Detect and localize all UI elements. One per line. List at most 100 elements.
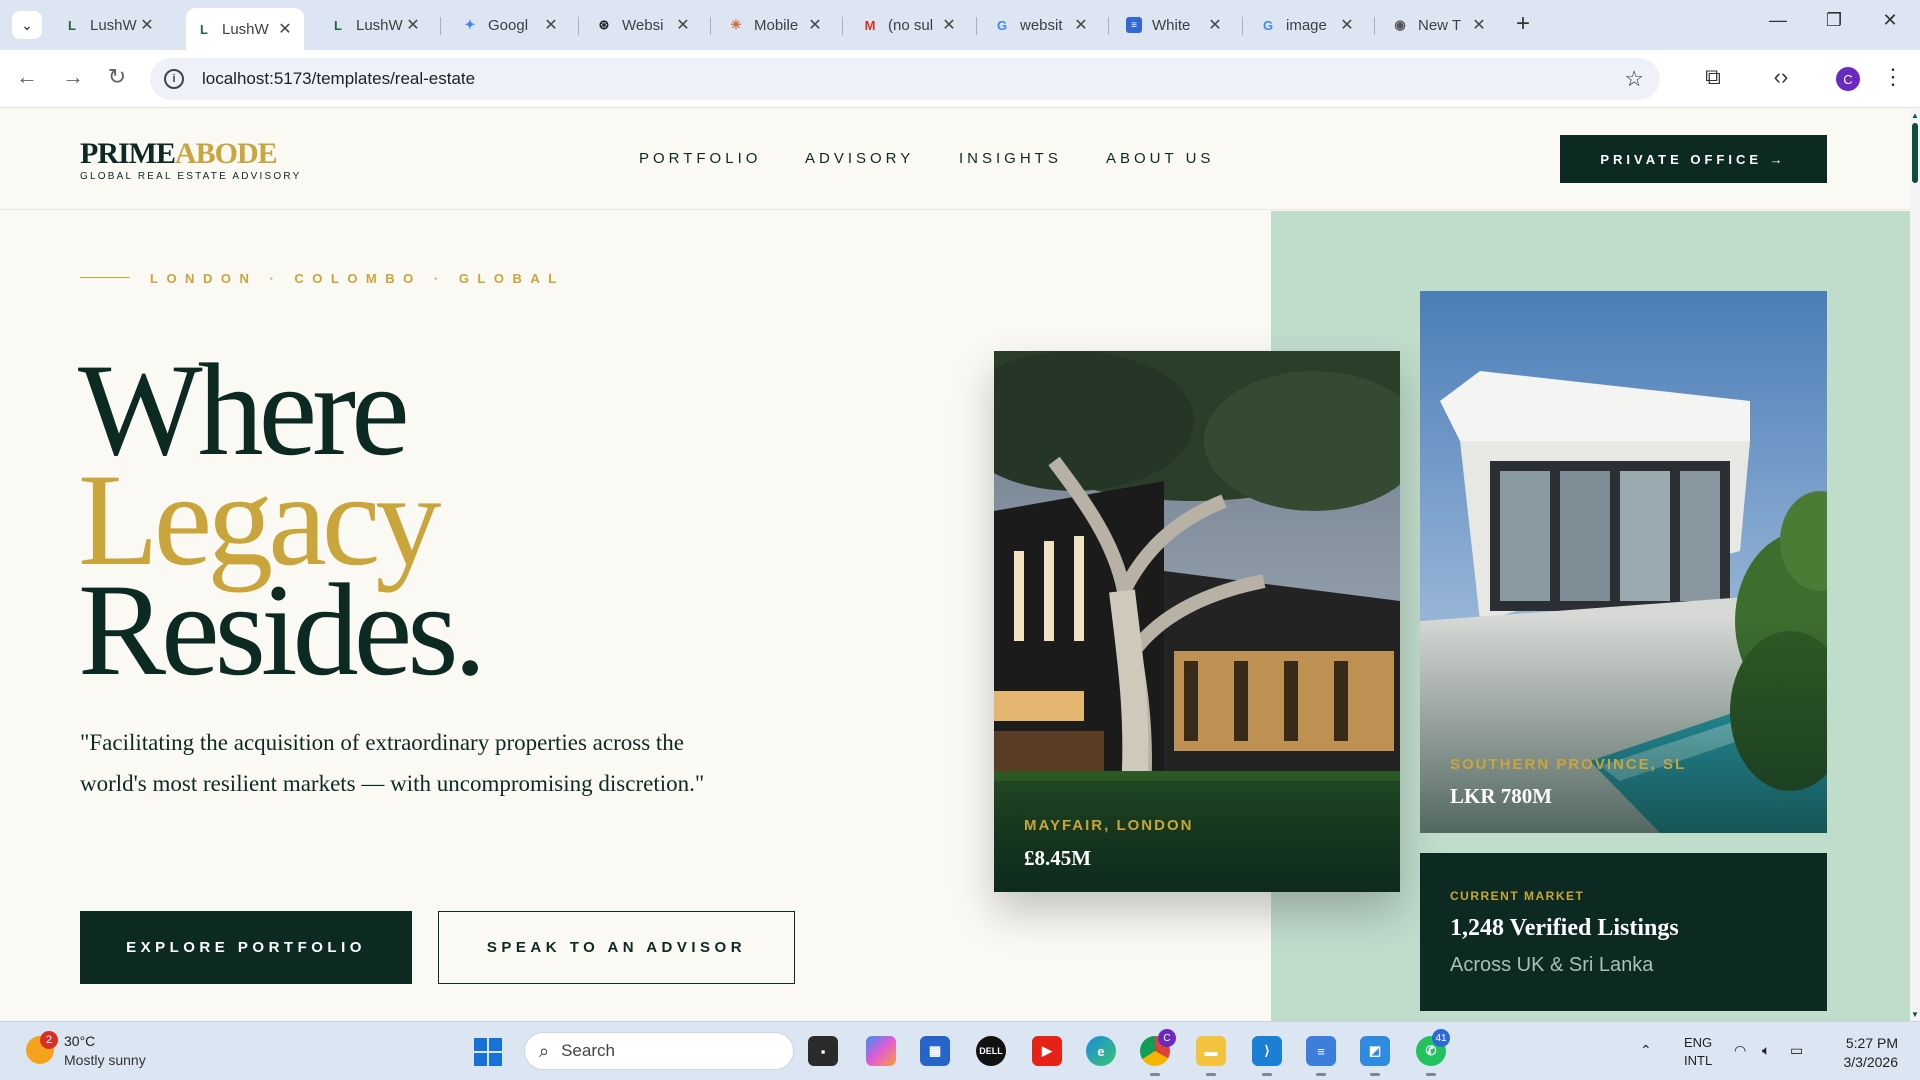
kicker-rule: [80, 277, 130, 278]
page-scrollbar[interactable]: ▲ ▼: [1910, 109, 1920, 1021]
tab-separator: [842, 17, 843, 35]
edge-icon[interactable]: e: [1086, 1036, 1116, 1066]
tab-7[interactable]: M (no sul ✕: [852, 9, 968, 41]
tab-close-icon[interactable]: ✕: [138, 15, 156, 35]
tab-2-active[interactable]: L LushW ✕: [186, 8, 304, 50]
scrollbar-thumb[interactable]: [1912, 123, 1918, 183]
weather-condition[interactable]: Mostly sunny: [64, 1052, 146, 1068]
tab-4[interactable]: ✦ Googl ✕: [452, 9, 570, 41]
devtools-code-icon[interactable]: ‹›: [1766, 64, 1796, 90]
tab-close-icon[interactable]: ✕: [940, 15, 958, 35]
url-omnibox[interactable]: i localhost:5173/templates/real-estate ☆: [150, 58, 1660, 100]
scroll-down-icon[interactable]: ▼: [1911, 1010, 1919, 1019]
wifi-icon[interactable]: ◠: [1734, 1042, 1746, 1059]
system-clock[interactable]: 5:27 PM 3/3/2026: [1832, 1034, 1899, 1072]
vscode-icon[interactable]: ⟩: [1252, 1036, 1282, 1076]
volume-icon[interactable]: 🔈︎: [1762, 1042, 1770, 1059]
scroll-up-icon[interactable]: ▲: [1911, 111, 1919, 120]
back-arrow-icon[interactable]: ←: [12, 64, 42, 90]
taskbar-search[interactable]: ⌕ Search: [524, 1032, 794, 1070]
private-office-button[interactable]: PRIVATE OFFICE →: [1560, 135, 1827, 183]
tab-separator: [578, 17, 579, 35]
gmail-icon: M: [864, 17, 876, 33]
tab-separator: [1374, 17, 1375, 35]
nav-about-us[interactable]: ABOUT US: [1106, 150, 1214, 167]
tab-close-icon[interactable]: ✕: [542, 15, 560, 35]
property-card-mayfair[interactable]: MAYFAIR, LONDON £8.45M: [994, 351, 1400, 892]
google-g-icon: G: [1262, 17, 1274, 33]
tab-10[interactable]: G image ✕: [1250, 9, 1366, 41]
task-view-icon[interactable]: ▪: [808, 1036, 838, 1066]
card-price: LKR 780M: [1450, 784, 1553, 808]
hero-quote: "Facilitating the acquisition of extraor…: [80, 730, 705, 796]
battery-icon[interactable]: ▭: [1790, 1042, 1803, 1059]
market-listings-count: 1,248 Verified Listings: [1450, 915, 1679, 941]
tab-separator: [976, 17, 977, 35]
tab-close-icon[interactable]: ✕: [1072, 15, 1090, 35]
bookmark-star-icon[interactable]: ☆: [1624, 66, 1644, 92]
site-info-icon[interactable]: i: [164, 69, 184, 89]
more-menu-icon[interactable]: ⋮: [1878, 64, 1908, 90]
current-market-panel: CURRENT MARKET 1,248 Verified Listings A…: [1420, 853, 1827, 1011]
address-toolbar: ← → ↻ i localhost:5173/templates/real-es…: [0, 50, 1920, 108]
windows-taskbar: 2 30°C Mostly sunny ⌕ Search ▪ ▦ DELL ▶ …: [0, 1021, 1920, 1080]
market-label: CURRENT MARKET: [1450, 889, 1585, 903]
asterisk-icon: ✳: [730, 17, 742, 32]
copilot-icon[interactable]: [866, 1036, 896, 1066]
tab-close-icon[interactable]: ✕: [276, 19, 294, 39]
weather-temp[interactable]: 30°C: [64, 1033, 95, 1049]
reload-icon[interactable]: ↻: [102, 64, 132, 90]
whatsapp-badge: 41: [1432, 1029, 1450, 1047]
lush-favicon-icon: L: [334, 17, 342, 33]
nav-advisory[interactable]: ADVISORY: [805, 150, 914, 167]
page-viewport: PRIMEABODE GLOBAL REAL ESTATE ADVISORY P…: [0, 109, 1920, 1021]
tab-close-icon[interactable]: ✕: [674, 15, 692, 35]
extensions-puzzle-icon[interactable]: ⧉: [1698, 64, 1728, 90]
weather-badge: 2: [40, 1031, 58, 1049]
tab-search-button[interactable]: ⌄: [12, 11, 42, 39]
tab-separator: [1242, 17, 1243, 35]
new-tab-plus-icon[interactable]: +: [1516, 10, 1530, 38]
market-region: Across UK & Sri Lanka: [1450, 954, 1654, 976]
chrome-profile-badge: C: [1158, 1029, 1176, 1047]
tab-9[interactable]: ≡ White ✕: [1116, 9, 1234, 41]
logo-tagline: GLOBAL REAL ESTATE ADVISORY: [80, 171, 302, 182]
lush-favicon-icon: L: [68, 17, 76, 33]
hero-heading-line3: Resides.: [78, 556, 487, 703]
openai-knot-icon: ⊛: [598, 17, 610, 32]
tab-5[interactable]: ⊛ Websi ✕: [586, 9, 702, 41]
tab-close-icon[interactable]: ✕: [1470, 15, 1488, 35]
url-text[interactable]: localhost:5173/templates/real-estate: [202, 69, 475, 89]
start-windows-icon[interactable]: [474, 1038, 502, 1066]
nav-insights[interactable]: INSIGHTS: [959, 150, 1062, 167]
tray-chevron-up-icon[interactable]: ⌃: [1640, 1042, 1652, 1059]
tab-6[interactable]: ✳ Mobile ✕: [718, 9, 834, 41]
forward-arrow-icon[interactable]: →: [58, 64, 88, 90]
tab-close-icon[interactable]: ✕: [1338, 15, 1356, 35]
store-icon[interactable]: ▦: [920, 1036, 950, 1066]
notepad-icon[interactable]: ≡: [1306, 1036, 1336, 1076]
nav-portfolio[interactable]: PORTFOLIO: [639, 150, 761, 167]
tab-close-icon[interactable]: ✕: [1206, 15, 1224, 35]
input-language[interactable]: ENG INTL: [1684, 1034, 1712, 1070]
dell-icon[interactable]: DELL: [976, 1036, 1006, 1066]
tab-1[interactable]: L LushW ✕: [54, 9, 166, 41]
youtube-icon[interactable]: ▶: [1032, 1036, 1062, 1066]
property-photo-mayfair: [994, 351, 1400, 892]
site-logo[interactable]: PRIMEABODE: [80, 137, 278, 171]
file-explorer-icon[interactable]: ▬: [1196, 1036, 1226, 1076]
profile-avatar[interactable]: C: [1836, 67, 1860, 91]
tab-close-icon[interactable]: ✕: [806, 15, 824, 35]
minimize-icon[interactable]: —: [1758, 10, 1798, 31]
tab-close-icon[interactable]: ✕: [404, 15, 422, 35]
close-window-icon[interactable]: ✕: [1870, 10, 1910, 31]
tab-8[interactable]: G websit ✕: [984, 9, 1100, 41]
tab-3[interactable]: L LushW ✕: [320, 9, 432, 41]
photos-icon[interactable]: ◩: [1360, 1036, 1390, 1076]
google-g-icon: G: [996, 17, 1008, 33]
tab-11[interactable]: ◉ New T ✕: [1382, 9, 1498, 41]
property-card-southern-province[interactable]: SOUTHERN PROVINCE, SL LKR 780M: [1420, 291, 1827, 833]
explore-portfolio-button[interactable]: EXPLORE PORTFOLIO: [80, 911, 412, 984]
speak-to-advisor-button[interactable]: SPEAK TO AN ADVISOR: [438, 911, 795, 984]
restore-icon[interactable]: ❐: [1814, 10, 1854, 31]
